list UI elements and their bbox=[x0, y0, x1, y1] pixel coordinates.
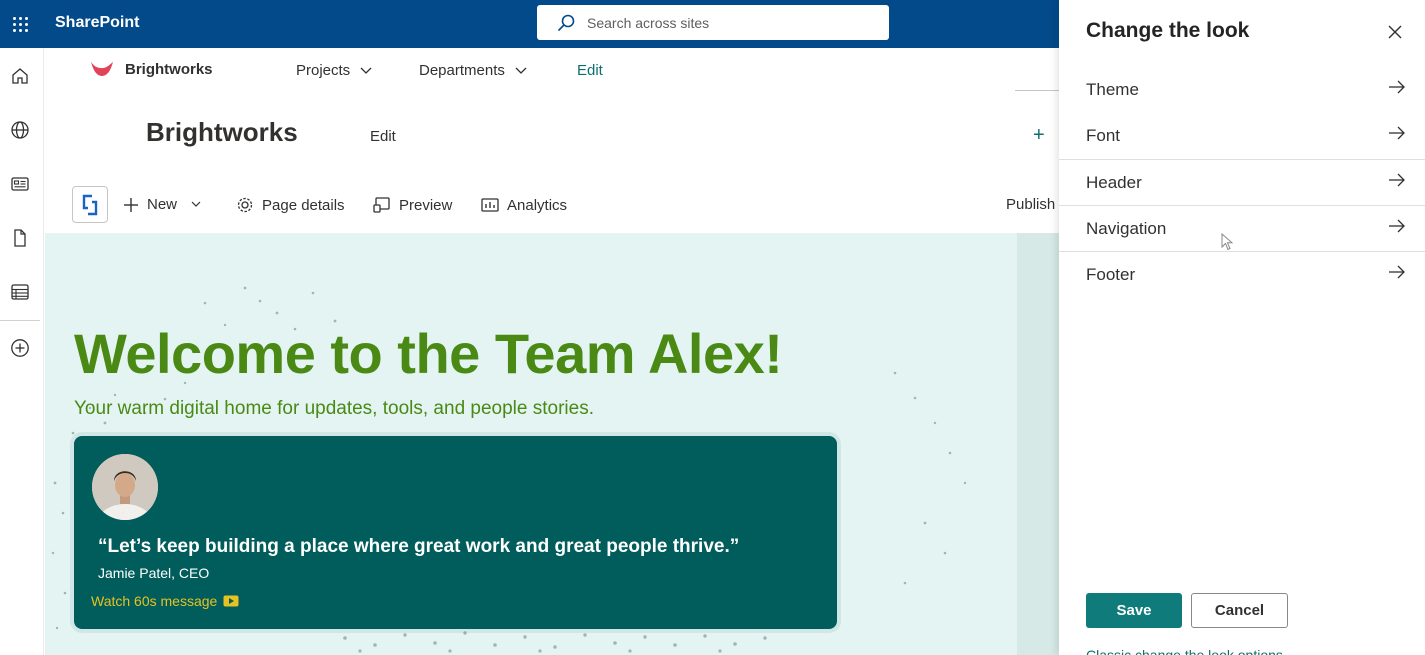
hero-heading: Welcome to the Team Alex! bbox=[74, 322, 783, 385]
watch-message-link[interactable]: Watch 60s message bbox=[91, 593, 239, 609]
preview-icon bbox=[373, 197, 390, 213]
rail-divider bbox=[0, 320, 40, 321]
hub-nav: Brightworks Projects Departments Edit bbox=[45, 48, 1059, 92]
video-play-icon bbox=[223, 595, 239, 607]
analytics-label: Analytics bbox=[507, 196, 568, 214]
chevron-down-icon bbox=[360, 67, 372, 74]
hub-link-label: Projects bbox=[296, 62, 351, 79]
hub-site-name[interactable]: Brightworks bbox=[125, 61, 213, 78]
site-edit-link[interactable]: Edit bbox=[370, 128, 396, 145]
left-rail bbox=[0, 48, 44, 655]
quote-text: “Let’s keep building a place where great… bbox=[98, 536, 740, 557]
chevron-down-icon bbox=[191, 201, 201, 207]
analytics-button[interactable]: Analytics bbox=[481, 196, 567, 214]
panel-item-label: Theme bbox=[1086, 80, 1139, 99]
panel-item-navigation[interactable]: Navigation bbox=[1059, 206, 1425, 252]
hero-tagline: Your warm digital home for updates, tool… bbox=[74, 398, 594, 419]
search-placeholder: Search across sites bbox=[587, 14, 710, 31]
add-section-button[interactable]: + bbox=[1033, 124, 1045, 147]
panel-item-label: Header bbox=[1086, 173, 1142, 192]
app-bracket-icon[interactable] bbox=[72, 186, 108, 223]
arrow-right-icon bbox=[1389, 265, 1405, 279]
page-details-button[interactable]: Page details bbox=[236, 196, 345, 214]
panel-item-header[interactable]: Header bbox=[1059, 160, 1425, 206]
bird-logo-icon[interactable] bbox=[89, 59, 115, 84]
panel-item-label: Footer bbox=[1086, 265, 1136, 284]
quote-author: Jamie Patel, CEO bbox=[98, 565, 210, 581]
preview-label: Preview bbox=[399, 196, 453, 214]
search-box[interactable]: Search across sites bbox=[537, 5, 889, 40]
analytics-icon bbox=[481, 198, 499, 212]
cancel-button[interactable]: Cancel bbox=[1191, 593, 1288, 628]
home-icon[interactable] bbox=[0, 56, 40, 96]
panel-item-theme[interactable]: Theme bbox=[1059, 67, 1425, 113]
classic-options-link[interactable]: Classic change the look options bbox=[1086, 647, 1283, 655]
command-bar: New Page details Preview Analytics Publi… bbox=[45, 180, 1059, 232]
panel-item-footer[interactable]: Footer bbox=[1059, 252, 1425, 298]
mouse-pointer-icon bbox=[1221, 233, 1233, 251]
suite-brand[interactable]: SharePoint bbox=[55, 13, 139, 33]
add-icon[interactable] bbox=[0, 328, 40, 368]
save-button[interactable]: Save bbox=[1086, 593, 1182, 628]
search-icon bbox=[557, 14, 575, 31]
change-the-look-panel: Change the look Theme Font Header Naviga… bbox=[1059, 0, 1425, 655]
avatar bbox=[92, 454, 158, 520]
panel-item-label: Font bbox=[1086, 126, 1121, 145]
hub-link-edit[interactable]: Edit bbox=[577, 62, 603, 79]
panel-item-font[interactable]: Font bbox=[1059, 113, 1425, 159]
ceo-quote-card: “Let’s keep building a place where great… bbox=[74, 436, 837, 629]
preview-button[interactable]: Preview bbox=[373, 196, 452, 214]
news-icon[interactable] bbox=[0, 164, 40, 204]
list-icon[interactable] bbox=[0, 272, 40, 312]
arrow-right-icon bbox=[1389, 173, 1405, 187]
panel-item-label: Navigation bbox=[1086, 219, 1167, 238]
divider bbox=[1015, 90, 1059, 91]
arrow-right-icon bbox=[1389, 219, 1405, 233]
watch-label: Watch 60s message bbox=[91, 593, 218, 609]
canvas-edge bbox=[1017, 233, 1059, 655]
file-icon[interactable] bbox=[0, 218, 40, 258]
chevron-down-icon bbox=[515, 67, 527, 74]
app-launcher-icon[interactable] bbox=[0, 0, 40, 48]
site-title: Brightworks bbox=[146, 117, 298, 147]
arrow-right-icon bbox=[1389, 126, 1405, 140]
hub-link-label: Departments bbox=[419, 62, 505, 79]
page-details-label: Page details bbox=[262, 196, 345, 214]
new-button[interactable]: New bbox=[123, 196, 201, 213]
suite-bar: SharePoint Search across sites bbox=[0, 0, 1059, 48]
publish-button[interactable]: Publish bbox=[1006, 196, 1055, 213]
hub-link-departments[interactable]: Departments bbox=[419, 62, 527, 79]
arrow-right-icon bbox=[1389, 80, 1405, 94]
plus-icon bbox=[124, 197, 138, 212]
globe-icon[interactable] bbox=[0, 110, 40, 150]
gear-icon bbox=[237, 197, 253, 213]
hub-link-projects[interactable]: Projects bbox=[296, 62, 372, 79]
panel-title: Change the look bbox=[1086, 19, 1250, 42]
page-canvas: Welcome to the Team Alex! Your warm digi… bbox=[45, 233, 1059, 655]
new-label: New bbox=[147, 196, 178, 213]
close-icon[interactable] bbox=[1379, 16, 1411, 48]
